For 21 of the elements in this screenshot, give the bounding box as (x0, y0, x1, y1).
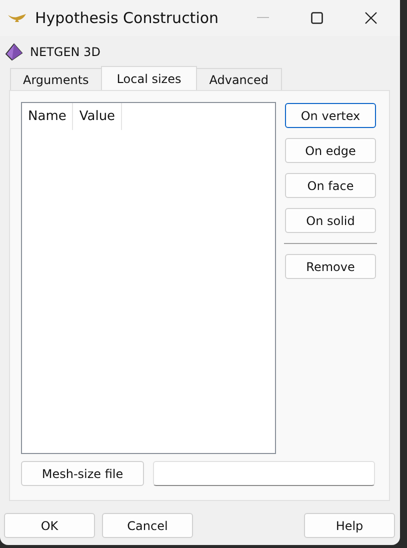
algorithm-label: NETGEN 3D (30, 45, 100, 59)
tab[interactable]: Arguments (10, 68, 102, 90)
dialog-button[interactable]: Cancel (102, 513, 193, 538)
lamp-icon (7, 12, 27, 24)
remove-button[interactable]: Remove (285, 254, 376, 279)
window-title: Hypothesis Construction (35, 9, 220, 27)
mesh-size-file-button[interactable]: Mesh-size file (21, 461, 144, 486)
maximize-icon[interactable] (311, 12, 323, 24)
side-button[interactable]: On face (285, 173, 376, 198)
tab[interactable]: Advanced (196, 68, 282, 90)
dialog-button[interactable]: Help (304, 513, 395, 538)
tetrahedron-icon (4, 42, 24, 62)
tab[interactable]: Local sizes (100, 66, 198, 90)
side-button[interactable]: On vertex (285, 103, 376, 128)
dialog-button[interactable]: OK (4, 513, 95, 538)
close-icon[interactable] (365, 12, 377, 24)
side-button[interactable]: On edge (285, 138, 376, 163)
file-path-field[interactable] (153, 461, 375, 486)
column-header[interactable]: Name (22, 103, 74, 130)
column-header[interactable]: Value (73, 103, 122, 130)
side-button[interactable]: On solid (285, 208, 376, 233)
